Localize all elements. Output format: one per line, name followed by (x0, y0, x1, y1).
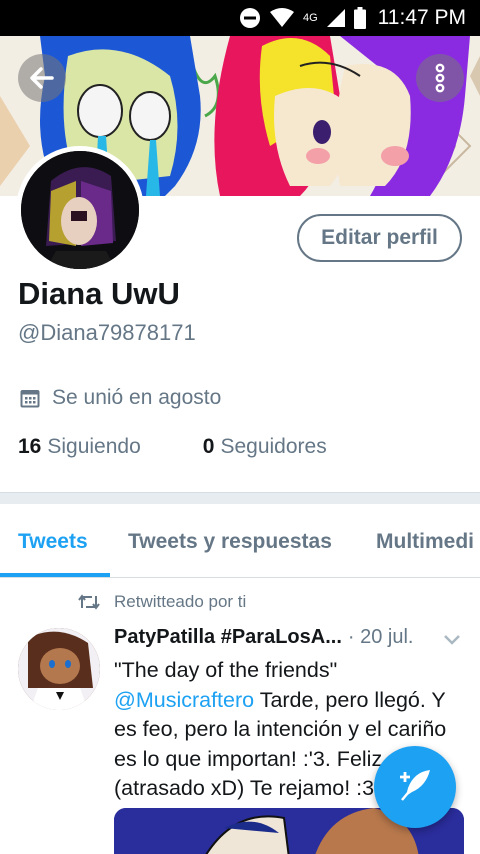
join-date-text: Se unió en agosto (52, 386, 222, 409)
tab-media[interactable]: Multimedi (376, 530, 474, 554)
active-tab-indicator (0, 573, 110, 577)
chevron-down-icon (442, 633, 462, 650)
following-link[interactable]: 16 Siguiendo (18, 435, 141, 459)
back-button[interactable] (18, 54, 66, 102)
following-label: Siguiendo (47, 435, 141, 458)
tweet-author-name[interactable]: PatyPatilla #ParaLosA... (114, 626, 342, 649)
tweet-header: PatyPatilla #ParaLosA... · 20 jul. (114, 626, 464, 649)
followers-label: Seguidores (220, 435, 327, 458)
compose-tweet-button[interactable] (374, 746, 456, 828)
more-options-button[interactable] (416, 54, 464, 102)
tab-tweets[interactable]: Tweets (18, 530, 88, 554)
tweet-menu-button[interactable] (442, 632, 462, 651)
join-date: Se unió en agosto (20, 386, 221, 410)
tab-tweets-and-replies[interactable]: Tweets y respuestas (128, 530, 332, 554)
tweet-author-avatar[interactable] (18, 628, 100, 710)
retweet-label: Retwitteado por ti (114, 592, 247, 611)
profile-tabs: Tweets Tweets y respuestas Multimedi (0, 504, 480, 578)
signal-icon (326, 8, 346, 28)
profile-handle: @Diana79878171 (18, 320, 196, 345)
status-bar: 4G 11:47 PM (0, 0, 480, 36)
compose-feather-icon (396, 766, 434, 809)
profile-avatar[interactable] (16, 146, 144, 274)
retweet-icon (78, 594, 100, 610)
followers-count: 0 (202, 435, 215, 458)
network-type: 4G (302, 12, 318, 24)
profile-name: Diana UwU (18, 276, 180, 311)
retweet-context: Retwitteado por ti (78, 592, 246, 612)
clock: 11:47 PM (377, 6, 466, 29)
vertical-dots-icon (434, 63, 446, 93)
calendar-icon (20, 388, 40, 408)
tweet-date[interactable]: · 20 jul. (348, 626, 414, 649)
following-count: 16 (18, 435, 42, 458)
followers-link[interactable]: 0 Seguidores (203, 435, 327, 459)
edit-profile-button[interactable]: Editar perfil (297, 214, 462, 262)
wifi-icon (269, 8, 295, 28)
do-not-disturb-icon (239, 7, 261, 29)
follow-stats: 16 Siguiendo 0 Seguidores (18, 435, 327, 459)
section-divider (0, 492, 480, 504)
tweet-text-first-line: "The day of the friends" (114, 658, 338, 682)
arrow-left-icon (28, 64, 56, 92)
battery-icon (353, 7, 366, 29)
tweet-mention[interactable]: @Musicraftero (114, 688, 254, 712)
